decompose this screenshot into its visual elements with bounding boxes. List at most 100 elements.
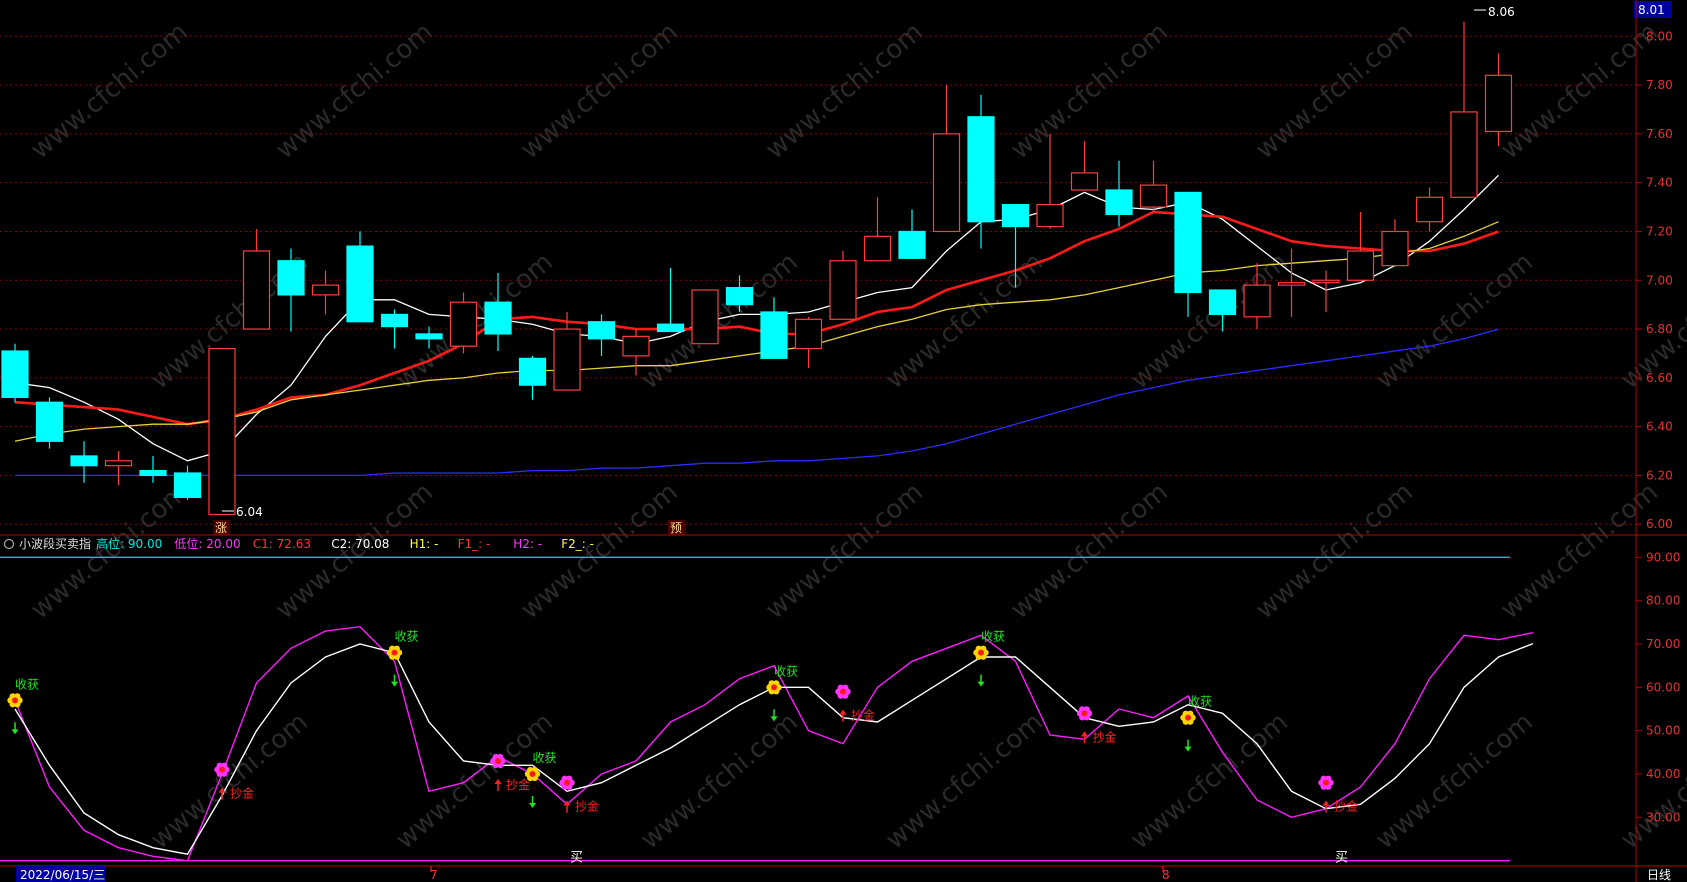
candle-body: [1277, 282, 1306, 286]
indicator-values: 高位: 90.00 低位: 20.00 C1: 72.63 C2: 70.08 H1: …: [96, 536, 594, 551]
indicator-value: H1: -: [410, 537, 439, 551]
candle-body: [932, 133, 961, 233]
indicator-value: 低位: 20.00: [174, 536, 240, 551]
candle-down: [1105, 160, 1133, 227]
settings-icon[interactable]: [3, 538, 15, 550]
candle-body: [829, 260, 857, 320]
osc-tick-label: 30.00: [1646, 810, 1680, 824]
candle-up: [1139, 160, 1168, 212]
candle-up: [242, 229, 271, 330]
candle-body: [1139, 184, 1168, 208]
watermark-text: www.cfchi.com: [760, 17, 929, 165]
flower-marker-icon: [835, 684, 851, 699]
flower-marker-icon: [1076, 706, 1093, 721]
candle-body: [1174, 191, 1202, 294]
price-tick-label: 6.20: [1646, 468, 1673, 482]
gold-label: 抄金: [575, 799, 599, 814]
price-tick-label: 7.00: [1646, 273, 1673, 287]
candle-body: [1105, 189, 1133, 215]
harvest-label: 收获: [1188, 695, 1212, 709]
gold-label: 抄金: [1093, 729, 1117, 744]
period-label[interactable]: 日线: [1647, 868, 1671, 882]
candle-down: [346, 231, 374, 323]
red-up-arrow-icon: [1081, 731, 1088, 737]
watermark-text: www.cfchi.com: [1125, 247, 1294, 395]
watermark-text: www.cfchi.com: [25, 477, 194, 625]
candle-body: [1312, 279, 1340, 284]
candle-body: [760, 311, 788, 359]
candle-body: [1001, 204, 1030, 228]
candle-down: [518, 355, 547, 400]
candle-body: [139, 469, 167, 477]
candle-down: [1, 343, 29, 403]
candle-body: [622, 335, 650, 357]
candle-up: [932, 85, 961, 233]
candle-body: [415, 333, 443, 340]
candle-up: [863, 197, 892, 262]
green-down-arrow-icon: [977, 681, 985, 687]
flower-center: [391, 649, 398, 656]
candle-down: [1174, 191, 1202, 317]
green-down-arrow-icon: [391, 681, 398, 687]
flower-center: [1185, 714, 1191, 721]
candle-body: [35, 401, 64, 442]
high-annotation-label: 8.06: [1488, 5, 1515, 19]
candle-body: [277, 260, 305, 296]
candle-down: [587, 314, 616, 356]
candle-body: [1036, 204, 1064, 228]
price-tick-label: 6.40: [1646, 420, 1673, 434]
candle-down: [139, 455, 167, 483]
candle-body: [1208, 289, 1237, 316]
candle-down: [173, 465, 202, 500]
date-label: 2022/06/15/三: [20, 868, 105, 882]
candle-down: [70, 441, 98, 483]
candle-body: [863, 235, 892, 262]
candle-body: [242, 250, 271, 330]
candle-body: [208, 347, 236, 516]
watermark-text: www.cfchi.com: [1125, 707, 1294, 855]
flower-center: [1081, 710, 1088, 717]
candle-up: [1346, 211, 1375, 281]
candle-body: [1381, 230, 1409, 267]
flower-center: [529, 771, 536, 777]
indicator-value: F1_: -: [458, 537, 491, 551]
indicator-value: 高位: 90.00: [96, 536, 162, 551]
price-tick-label: 8.00: [1646, 29, 1673, 43]
watermark-text: www.cfchi.com: [635, 707, 804, 855]
green-down-arrow-icon: [11, 729, 19, 735]
candle-body: [656, 323, 685, 333]
stock-chart: www.cfchi.com www.cfchi.com www.cfchi.com w…: [0, 0, 1687, 882]
candle-up: [1070, 141, 1099, 191]
candle-down: [967, 94, 995, 249]
indicator-value: C1: 72.63: [253, 537, 311, 551]
zhang-badge: 涨: [215, 520, 227, 535]
candle-body: [1484, 74, 1513, 133]
watermark-text: www.cfchi.com: [1370, 247, 1539, 395]
osc-tick-label: 80.00: [1646, 594, 1680, 608]
current-price-label: 8.01: [1638, 3, 1665, 17]
watermark-text: www.cfchi.com: [1495, 17, 1664, 165]
flower-marker-icon: [1180, 710, 1196, 725]
candle-body: [518, 357, 547, 386]
candle-up: [208, 347, 236, 516]
candle-up: [794, 316, 823, 369]
gold-label: 抄金: [230, 786, 254, 801]
flower-marker-icon: [1318, 775, 1334, 790]
candle-up: [553, 311, 581, 391]
flower-center: [564, 779, 570, 786]
candle-down: [277, 248, 305, 332]
watermark-text: www.cfchi.com: [515, 17, 684, 165]
candle-up: [691, 289, 719, 345]
candle-body: [1070, 172, 1099, 191]
price-tick-label: 7.40: [1646, 176, 1673, 190]
gold-label: 抄金: [1334, 799, 1358, 814]
indicator-value: H2: -: [513, 537, 542, 551]
watermark-text: www.cfchi.com: [1370, 707, 1539, 855]
candle-body: [1415, 196, 1444, 223]
watermark-text: www.cfchi.com: [1005, 17, 1174, 165]
candle-up: [449, 292, 478, 354]
flower-center: [771, 684, 777, 691]
watermark-text: www.cfchi.com: [880, 707, 1049, 855]
candle-up: [1450, 21, 1478, 198]
buy-word-label: 买: [570, 851, 583, 866]
